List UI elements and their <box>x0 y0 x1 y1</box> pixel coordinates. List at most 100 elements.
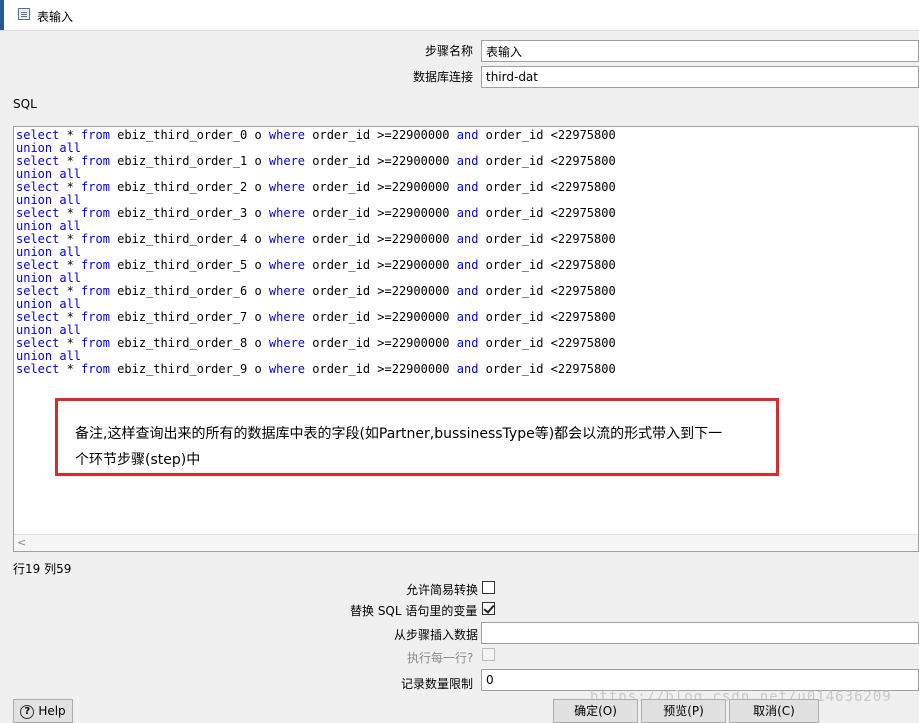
title-bar: 表输入 <box>0 0 919 31</box>
lazy-conversion-label: 允许简易转换 <box>406 583 479 597</box>
sql-keyword: and <box>456 232 479 246</box>
sql-keyword: and <box>456 362 479 376</box>
sql-text: ebiz_third_order_1 o <box>109 154 269 168</box>
sql-keyword: from <box>81 258 110 272</box>
sql-keyword: select <box>16 336 60 350</box>
sql-keyword: and <box>456 154 479 168</box>
sql-line: select * from ebiz_third_order_1 o where… <box>16 155 616 168</box>
sql-keyword: union all <box>16 167 82 181</box>
execute-each-row-checkbox[interactable] <box>482 648 495 661</box>
sql-keyword: and <box>456 180 479 194</box>
annotation-text: 备注,这样查询出来的所有的数据库中表的字段(如Partner,bussiness… <box>75 421 765 473</box>
annotation-line-1: 备注,这样查询出来的所有的数据库中表的字段(如Partner,bussiness… <box>75 426 723 442</box>
sql-keyword: select <box>16 284 60 298</box>
sql-keyword: and <box>456 336 479 350</box>
help-button[interactable]: ? Help <box>13 699 73 723</box>
sql-text: order_id <22975800 <box>478 154 616 168</box>
sql-editor[interactable]: select * from ebiz_third_order_0 o where… <box>13 126 919 552</box>
sql-keyword: where <box>268 180 306 194</box>
sql-keyword: where <box>268 206 306 220</box>
sql-text: * <box>59 232 82 246</box>
sql-keyword: where <box>268 232 306 246</box>
sql-keyword: from <box>81 336 110 350</box>
sql-keyword: union all <box>16 271 82 285</box>
sql-keyword: from <box>81 154 110 168</box>
sql-keyword: union all <box>16 245 82 259</box>
sql-text: order_id >=22900000 <box>305 258 457 272</box>
lazy-conversion-checkbox[interactable] <box>482 581 495 594</box>
sql-keyword: union all <box>16 141 82 155</box>
sql-keyword: and <box>456 128 479 142</box>
step-name-input[interactable] <box>481 40 919 62</box>
sql-text: order_id >=22900000 <box>305 206 457 220</box>
cancel-button[interactable]: 取消(C) <box>729 699 819 723</box>
help-button-label: Help <box>38 704 66 718</box>
sql-text: ebiz_third_order_2 o <box>109 180 269 194</box>
sql-keyword: and <box>456 258 479 272</box>
cursor-position: 行19 列59 <box>13 562 72 576</box>
insert-from-step-label: 从步骤插入数据 <box>394 628 479 642</box>
sql-line: select * from ebiz_third_order_7 o where… <box>16 311 616 324</box>
sql-text: order_id <22975800 <box>478 336 616 350</box>
scroll-left-icon[interactable]: < <box>17 536 26 549</box>
limit-input[interactable] <box>481 669 919 691</box>
sql-text: order_id <22975800 <box>478 206 616 220</box>
sql-keyword: where <box>268 128 306 142</box>
sql-keyword: select <box>16 362 60 376</box>
sql-text: ebiz_third_order_7 o <box>109 310 269 324</box>
insert-from-step-select[interactable] <box>481 622 919 644</box>
ok-button[interactable]: 确定(O) <box>553 699 638 723</box>
horizontal-scrollbar[interactable]: < <box>14 534 918 551</box>
connection-label: 数据库连接 <box>413 70 474 84</box>
sql-line: select * from ebiz_third_order_9 o where… <box>16 363 616 376</box>
sql-text: order_id >=22900000 <box>305 128 457 142</box>
sql-keyword: union all <box>16 323 82 337</box>
sql-keyword: union all <box>16 349 82 363</box>
sql-text: order_id >=22900000 <box>305 232 457 246</box>
execute-each-row-label: 执行每一行? <box>407 651 474 665</box>
sql-keyword: select <box>16 258 60 272</box>
sql-text: * <box>59 362 82 376</box>
sql-text: * <box>59 336 82 350</box>
sql-keyword: union all <box>16 297 82 311</box>
limit-label: 记录数量限制 <box>401 677 474 691</box>
sql-keyword: and <box>456 284 479 298</box>
sql-text: order_id <22975800 <box>478 232 616 246</box>
sql-keyword: from <box>81 180 110 194</box>
connection-input[interactable] <box>481 66 919 88</box>
sql-keyword: where <box>268 336 306 350</box>
sql-text: ebiz_third_order_6 o <box>109 284 269 298</box>
sql-text: ebiz_third_order_4 o <box>109 232 269 246</box>
sql-text: * <box>59 258 82 272</box>
replace-variables-checkbox[interactable] <box>482 602 495 615</box>
sql-text: * <box>59 180 82 194</box>
sql-text: order_id >=22900000 <box>305 310 457 324</box>
sql-line: select * from ebiz_third_order_0 o where… <box>16 129 616 142</box>
sql-line: select * from ebiz_third_order_2 o where… <box>16 181 616 194</box>
sql-keyword: union all <box>16 193 82 207</box>
sql-keyword: from <box>81 206 110 220</box>
sql-text: order_id <22975800 <box>478 180 616 194</box>
window-title: 表输入 <box>37 10 74 24</box>
sql-text: ebiz_third_order_0 o <box>109 128 269 142</box>
sql-keyword: select <box>16 206 60 220</box>
sql-keyword: from <box>81 284 110 298</box>
sql-keyword: from <box>81 362 110 376</box>
sql-text: order_id <22975800 <box>478 258 616 272</box>
sql-line: select * from ebiz_third_order_5 o where… <box>16 259 616 272</box>
sql-text: order_id <22975800 <box>478 362 616 376</box>
sql-text: * <box>59 284 82 298</box>
sql-keyword: select <box>16 232 60 246</box>
sql-keyword: where <box>268 258 306 272</box>
replace-variables-label: 替换 SQL 语句里的变量 <box>350 604 478 618</box>
sql-keyword: from <box>81 310 110 324</box>
sql-line: select * from ebiz_third_order_6 o where… <box>16 285 616 298</box>
preview-button[interactable]: 预览(P) <box>641 699 726 723</box>
sql-keyword: from <box>81 232 110 246</box>
sql-keyword: where <box>268 310 306 324</box>
sql-line: select * from ebiz_third_order_8 o where… <box>16 337 616 350</box>
sql-keyword: from <box>81 128 110 142</box>
window-edge-accent <box>0 0 4 30</box>
sql-label: SQL <box>13 97 37 111</box>
sql-keyword: select <box>16 310 60 324</box>
